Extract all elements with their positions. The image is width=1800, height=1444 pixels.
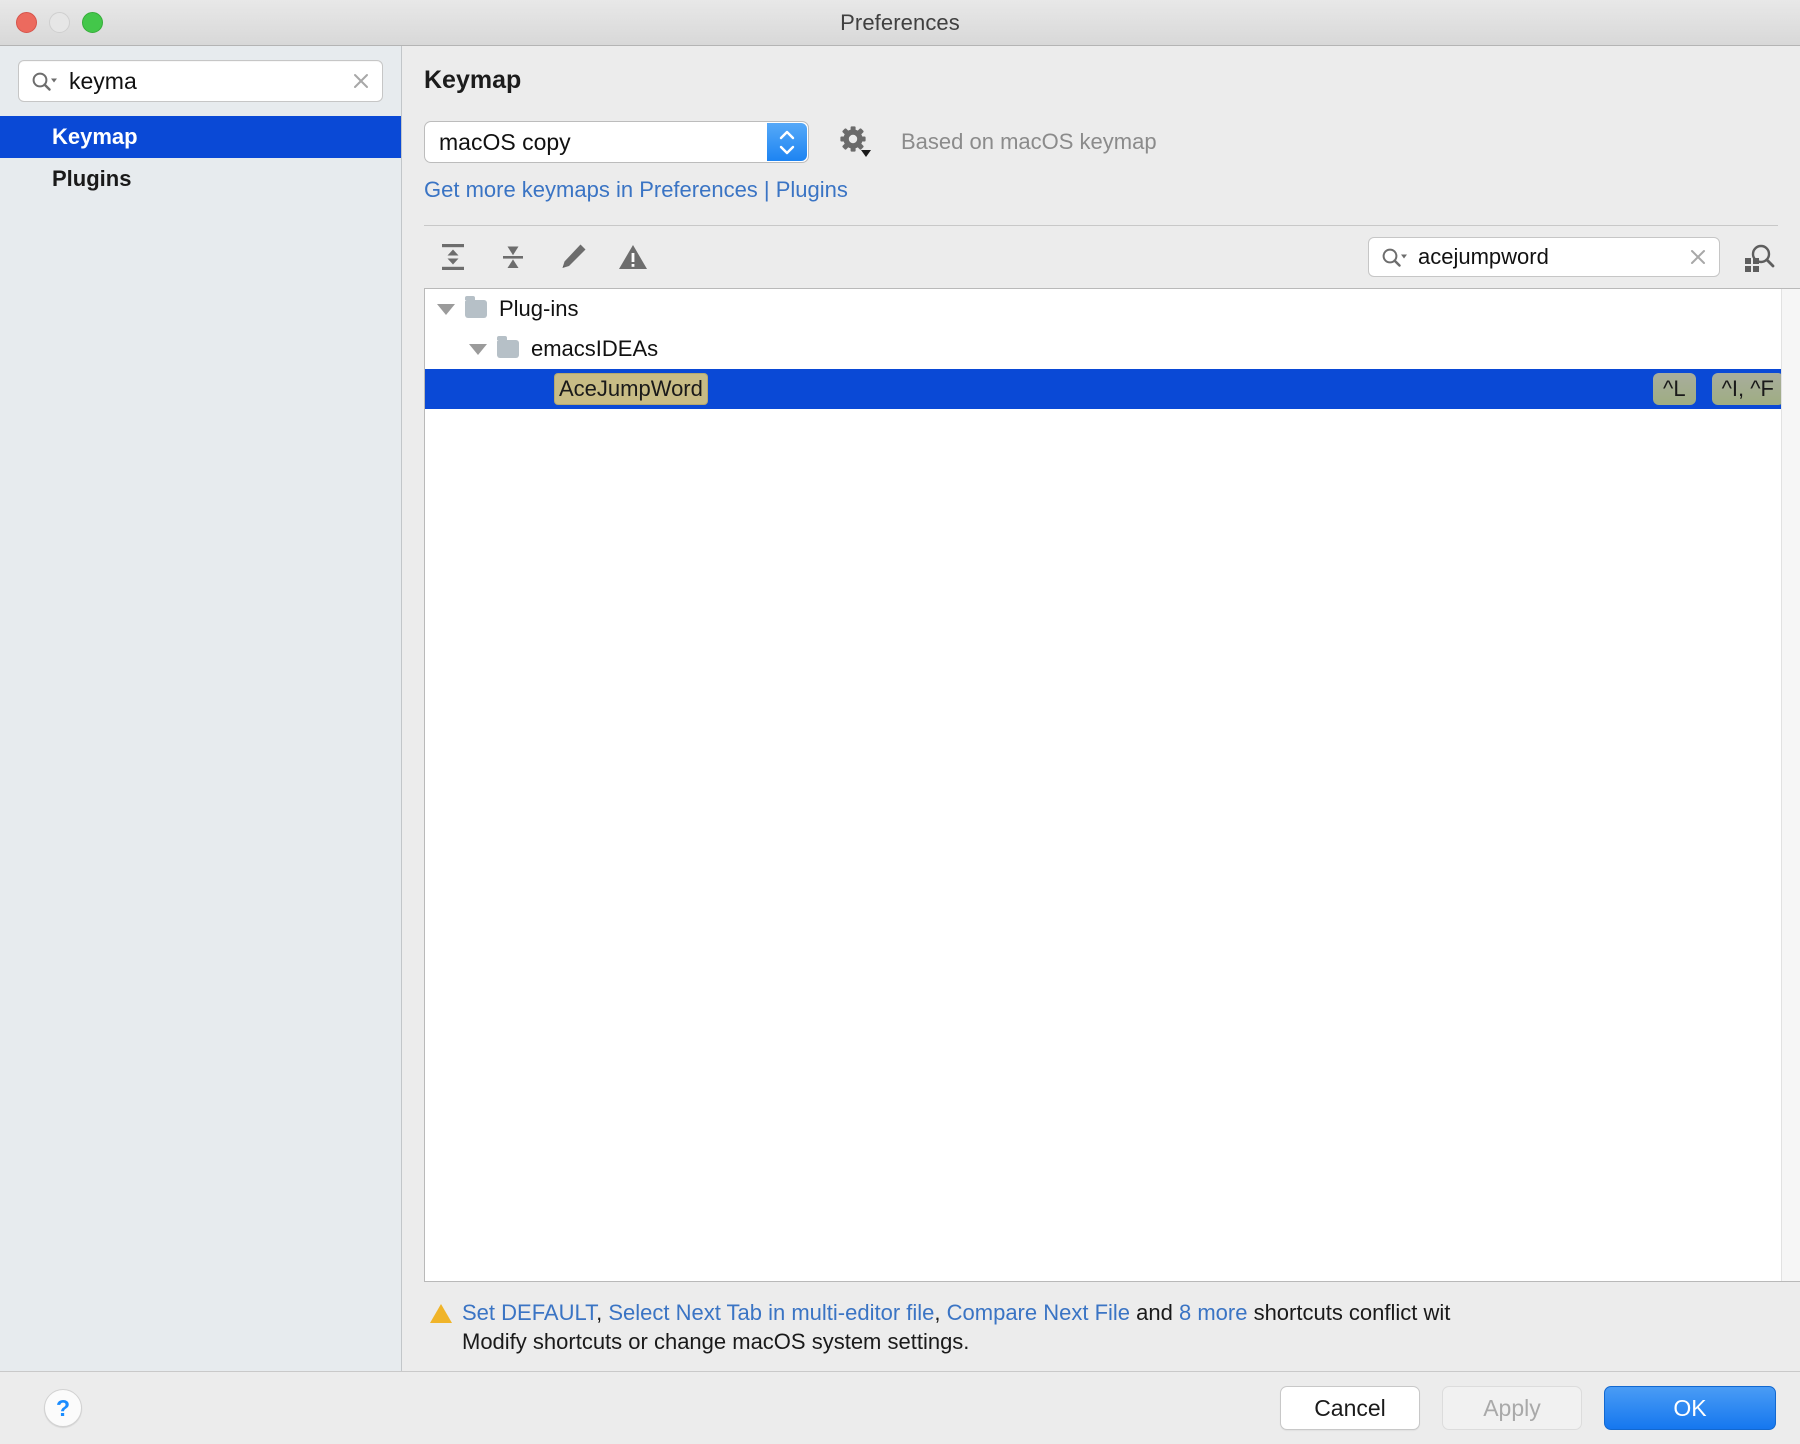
clear-icon[interactable] xyxy=(350,70,372,92)
based-on-label: Based on macOS keymap xyxy=(901,129,1157,154)
shortcut-badge[interactable]: ^L xyxy=(1653,373,1696,405)
conflict-line-2: Modify shortcuts or change macOS system … xyxy=(462,1329,970,1355)
cancel-button[interactable]: Cancel xyxy=(1280,1386,1420,1430)
warning-triangle-icon xyxy=(430,1303,452,1323)
folder-icon xyxy=(465,296,487,318)
edit-pencil-icon[interactable] xyxy=(556,240,590,274)
sidebar-item-plugins[interactable]: Plugins xyxy=(0,158,401,200)
chevron-updown-icon[interactable] xyxy=(767,123,807,161)
keymap-tree[interactable]: Plug-ins emacsIDEAs AceJumpWord ^L ^I, ^… xyxy=(424,288,1800,1282)
preferences-window: Preferences keyma Keymap Plugins Keymap … xyxy=(0,0,1800,1444)
toolbar-icon-group xyxy=(424,240,650,274)
conflict-link-set-default[interactable]: Set DEFAULT xyxy=(462,1300,596,1325)
collapse-all-icon[interactable] xyxy=(496,240,530,274)
action-search-field[interactable]: acejumpword xyxy=(1368,237,1720,277)
close-button[interactable] xyxy=(16,12,37,33)
traffic-lights xyxy=(16,0,103,45)
keymap-panel: Keymap macOS copy Based on macOS keymap … xyxy=(402,46,1800,1371)
tree-scrollbar[interactable] xyxy=(1781,289,1800,1281)
dialog-footer: ? Cancel Apply OK xyxy=(0,1372,1800,1444)
gear-icon[interactable] xyxy=(837,124,873,160)
get-more-keymaps-link[interactable]: Get more keymaps in Preferences | Plugin… xyxy=(424,177,848,202)
window-body: keyma Keymap Plugins Keymap macOS copy B… xyxy=(0,46,1800,1372)
keymap-select-value: macOS copy xyxy=(439,128,571,155)
help-button[interactable]: ? xyxy=(44,1389,82,1427)
apply-button[interactable]: Apply xyxy=(1442,1386,1582,1430)
keymap-toolbar: acejumpword xyxy=(424,226,1800,288)
tree-row-label: AceJumpWord xyxy=(555,374,707,404)
tree-row-label: Plug-ins xyxy=(499,296,579,321)
settings-sidebar: keyma Keymap Plugins xyxy=(0,46,402,1371)
folder-icon xyxy=(497,336,519,358)
conflict-link-more[interactable]: 8 more xyxy=(1179,1300,1247,1325)
ok-button[interactable]: OK xyxy=(1604,1386,1776,1430)
sidebar-search-field[interactable]: keyma xyxy=(18,60,383,102)
chevron-down-icon[interactable] xyxy=(469,343,487,355)
conflict-sep: , xyxy=(596,1299,609,1325)
conflict-sep: , xyxy=(934,1299,947,1325)
conflict-sep: and xyxy=(1130,1299,1179,1325)
keymap-select[interactable]: macOS copy xyxy=(424,121,809,163)
conflict-link-select-next-tab[interactable]: Select Next Tab in multi-editor file xyxy=(608,1300,934,1325)
zoom-button[interactable] xyxy=(82,12,103,33)
expand-all-icon[interactable] xyxy=(436,240,470,274)
sidebar-item-label: Plugins xyxy=(52,166,132,191)
get-more-keymaps-link-row: Get more keymaps in Preferences | Plugin… xyxy=(424,177,1800,203)
tree-row[interactable]: emacsIDEAs xyxy=(425,329,1800,369)
shortcut-badges: ^L ^I, ^F xyxy=(1653,369,1784,409)
conflict-message: Set DEFAULT, Select Next Tab in multi-ed… xyxy=(424,1282,1800,1371)
minimize-button[interactable] xyxy=(49,12,70,33)
shortcut-badge[interactable]: ^I, ^F xyxy=(1711,373,1784,405)
conflict-tail: shortcuts conflict wit xyxy=(1247,1299,1451,1325)
search-icon xyxy=(1381,247,1407,267)
warning-triangle-icon[interactable] xyxy=(616,240,650,274)
title-bar: Preferences xyxy=(0,0,1800,46)
tree-row-label: emacsIDEAs xyxy=(531,336,659,361)
conflict-link-compare-next-file[interactable]: Compare Next File xyxy=(947,1300,1130,1325)
sidebar-item-label: Keymap xyxy=(52,124,138,149)
window-title: Preferences xyxy=(840,9,960,35)
action-search-value[interactable]: acejumpword xyxy=(1418,244,1687,270)
search-icon xyxy=(31,71,57,91)
sidebar-item-keymap[interactable]: Keymap xyxy=(0,116,401,158)
tree-row[interactable]: Plug-ins xyxy=(425,289,1800,329)
tree-row[interactable]: AceJumpWord ^L ^I, ^F xyxy=(425,369,1800,409)
clear-icon[interactable] xyxy=(1687,246,1709,268)
conflict-text: Set DEFAULT, Select Next Tab in multi-ed… xyxy=(462,1298,1450,1357)
find-by-shortcut-icon[interactable] xyxy=(1740,238,1778,276)
page-title: Keymap xyxy=(424,66,522,94)
keymap-selector-row: macOS copy Based on macOS keymap xyxy=(424,121,1800,163)
chevron-down-icon[interactable] xyxy=(437,303,455,315)
sidebar-search-value[interactable]: keyma xyxy=(69,68,350,95)
